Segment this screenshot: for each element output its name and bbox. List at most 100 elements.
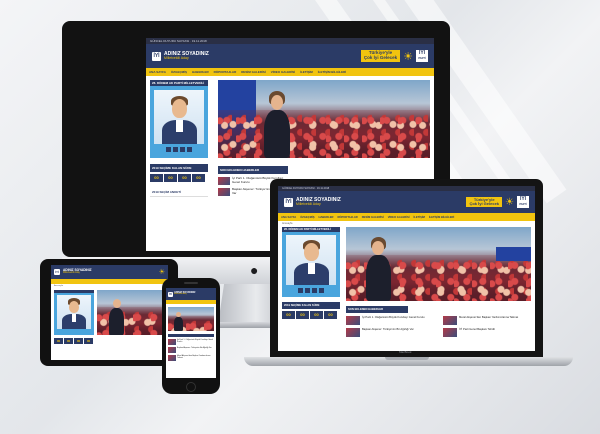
party-mark: İYİ <box>519 196 527 202</box>
instagram-icon[interactable] <box>312 288 317 293</box>
site-logo[interactable]: İYİ ADINIZ SOYADINIZ Milletvekili Aday <box>54 268 92 275</box>
news-thumbnail <box>443 316 457 325</box>
countdown-seconds: 00 <box>84 338 93 344</box>
site-header: İYİ ADINIZ SOYADINIZ Milletvekili Aday T… <box>278 191 535 213</box>
news-headline[interactable]: Başkan Akşener: Türkiye'nin Bir Ağırlığı… <box>177 347 212 349</box>
facebook-icon[interactable] <box>298 288 303 293</box>
news-thumbnail <box>168 347 176 353</box>
countdown-minutes: 00 <box>178 174 191 182</box>
twitter-icon[interactable] <box>305 288 310 293</box>
party-sub: PARTİ <box>519 203 527 206</box>
news-headline[interactable]: Meral Akşener'den Başkan Yardımcılarına … <box>177 355 214 359</box>
news-item[interactable]: Meral Akşener'den Başkan Yardımcılarına … <box>443 316 531 325</box>
news-thumbnail <box>168 355 176 361</box>
facebook-icon[interactable] <box>166 147 171 152</box>
main-nav: ANA SAYFA ÖZGEÇMİŞ HABERLER RÖPORTAJLAR … <box>278 213 535 221</box>
nav-item-interviews[interactable]: RÖPORTAJLAR <box>214 70 237 74</box>
twitter-icon[interactable] <box>173 147 178 152</box>
instagram-icon[interactable] <box>180 147 185 152</box>
slogan-line2: Çok İyi Gelecek <box>469 201 500 206</box>
site-logo[interactable]: İYİ ADINIZ SOYADINIZ Milletvekili Aday <box>168 291 195 297</box>
sun-icon: ☀ <box>403 50 413 63</box>
news-headline[interactable]: Meral Akşener'den Başkan Yardımcılarına … <box>459 316 518 319</box>
news-headline[interactable]: Başkan Akşener: Türkiye'nin Bir Ağırlığı… <box>362 328 414 331</box>
sun-icon: ☀ <box>158 269 165 276</box>
countdown: 00 00 00 00 <box>282 311 340 319</box>
site-header: İYİ ADINIZ SOYADINIZ Milletvekili Aday ☀ <box>51 265 168 279</box>
candidate-subtitle: Milletvekili Aday <box>164 55 189 60</box>
news-headline[interactable]: İYİ Parti Genel Başkanı Tehdit <box>459 328 495 331</box>
profile-title: 26. DÖNEM AK PARTİ MİLLETVEKİLİ <box>150 80 208 86</box>
header-banner: Türkiye'yle Çok İyi Gelecek ☀ İYİ PARTİ <box>466 196 529 208</box>
nav-item-bio[interactable]: ÖZGEÇMİŞ <box>171 70 187 74</box>
party-logo: İYİ PARTİ <box>416 50 428 62</box>
countdown-days: 00 <box>54 338 63 344</box>
slogan: Türkiye'yle Çok İyi Gelecek <box>466 196 503 208</box>
news-item[interactable]: İyi Parti 1. Olağanüstü Büyük Kurultayı … <box>168 339 214 345</box>
news-thumbnail <box>443 328 457 337</box>
candidate-portrait <box>57 295 91 329</box>
nav-item-photos[interactable]: RESİM GALERİSİ <box>241 70 266 74</box>
rally-photo[interactable] <box>97 290 165 335</box>
candidate-portrait <box>154 90 204 144</box>
apple-logo-icon: ● <box>250 262 259 278</box>
countdown-minutes: 00 <box>310 311 323 319</box>
countdown-hours: 00 <box>296 311 309 319</box>
nav-item-contact-info[interactable]: İLETİŞİM BİLGİLERİ <box>429 216 454 219</box>
tablet-screen: İYİ ADINIZ SOYADINIZ Milletvekili Aday ☀… <box>51 265 168 360</box>
candidate-subtitle: Milletvekili Aday <box>63 271 80 275</box>
left-column: 26. DÖNEM AK PARTİ MİLLETVEKİLİ 2019 SEÇ… <box>150 80 208 197</box>
candidate-portrait <box>286 235 336 285</box>
nav-item-home[interactable]: ANA SAYFA <box>281 216 296 219</box>
nav-item-news[interactable]: HABERLER <box>192 70 209 74</box>
news-title: SON EKLENEN HABERLER <box>346 306 408 313</box>
news-thumbnail <box>218 177 230 185</box>
news-headline[interactable]: İyi Parti 1. Olağanüstü Büyük Kurultayı … <box>362 316 424 319</box>
nav-item-photos[interactable]: RESİM GALERİSİ <box>362 216 384 219</box>
news-thumbnail <box>346 316 360 325</box>
news-title <box>168 334 214 337</box>
youtube-icon[interactable] <box>319 288 324 293</box>
poll-title: 2019 SEÇİM ANKETİ <box>150 188 208 197</box>
countdown-title: 2019 SEÇİME KALAN SÜRE <box>282 302 340 309</box>
phone-speaker <box>184 282 198 284</box>
nav-item-bio[interactable]: ÖZGEÇMİŞ <box>300 216 314 219</box>
countdown-days: 00 <box>150 174 163 182</box>
countdown-minutes: 00 <box>74 338 83 344</box>
social-links <box>286 288 336 293</box>
nav-item-interviews[interactable]: RÖPORTAJLAR <box>337 216 357 219</box>
laptop-screen: GÜNCEL DUYURU SAYFASI · 19.11.2018 İYİ A… <box>278 186 535 351</box>
countdown-hours: 00 <box>64 338 73 344</box>
right-column: SON EKLENEN HABERLER İyi Parti 1. Olağan… <box>346 227 531 337</box>
candidate-subtitle: Milletvekili Aday <box>174 293 187 296</box>
news-item[interactable]: Meral Akşener'den Başkan Yardımcılarına … <box>168 355 214 361</box>
news-headline[interactable]: İyi Parti 1. Olağanüstü Büyük Kurultayı … <box>177 339 214 343</box>
news-item[interactable]: İyi Parti 1. Olağanüstü Büyük Kurultayı … <box>346 316 434 325</box>
countdown-title: 2019 SEÇİME KALAN SÜRE <box>150 164 208 172</box>
left-column: 26. DÖNEM AK PARTİ MİLLETVEKİLİ 2019 SEÇ… <box>282 227 340 337</box>
nav-item-home[interactable]: ANA SAYFA <box>149 70 166 74</box>
nav-item-contact-info[interactable]: İLETİŞİM BİLGİLERİ <box>318 70 346 74</box>
social-links <box>154 147 204 152</box>
laptop-notch <box>385 357 429 360</box>
slogan: Türkiye'yle Çok İyi Gelecek <box>360 50 401 62</box>
site-logo[interactable]: İYİ ADINIZ SOYADINIZ Milletvekili Aday <box>152 51 209 61</box>
home-button[interactable] <box>186 382 196 392</box>
news-item[interactable]: İYİ Parti Genel Başkanı Tehdit <box>443 328 531 337</box>
news-thumbnail <box>218 188 230 196</box>
news-item[interactable]: Başkan Akşener: Türkiye'nin Bir Ağırlığı… <box>168 347 214 353</box>
nav-item-videos[interactable]: VİDEO GALERİSİ <box>388 216 410 219</box>
site-logo[interactable]: İYİ ADINIZ SOYADINIZ Milletvekili Aday <box>284 197 341 207</box>
nav-item-videos[interactable]: VİDEO GALERİSİ <box>271 70 295 74</box>
rally-photo[interactable] <box>218 80 430 158</box>
countdown-seconds: 00 <box>192 174 205 182</box>
nav-item-contact[interactable]: İLETİŞİM <box>414 216 425 219</box>
nav-item-contact[interactable]: İLETİŞİM <box>300 70 313 74</box>
youtube-icon[interactable] <box>187 147 192 152</box>
nav-item-news[interactable]: HABERLER <box>319 216 334 219</box>
rally-photo[interactable] <box>346 227 531 301</box>
news-item[interactable]: Başkan Akşener: Türkiye'nin Bir Ağırlığı… <box>346 328 434 337</box>
news-column: İyi Parti 1. Olağanüstü Büyük Kurultayı … <box>346 313 434 337</box>
rally-photo[interactable] <box>168 307 214 331</box>
countdown-days: 00 <box>282 311 295 319</box>
